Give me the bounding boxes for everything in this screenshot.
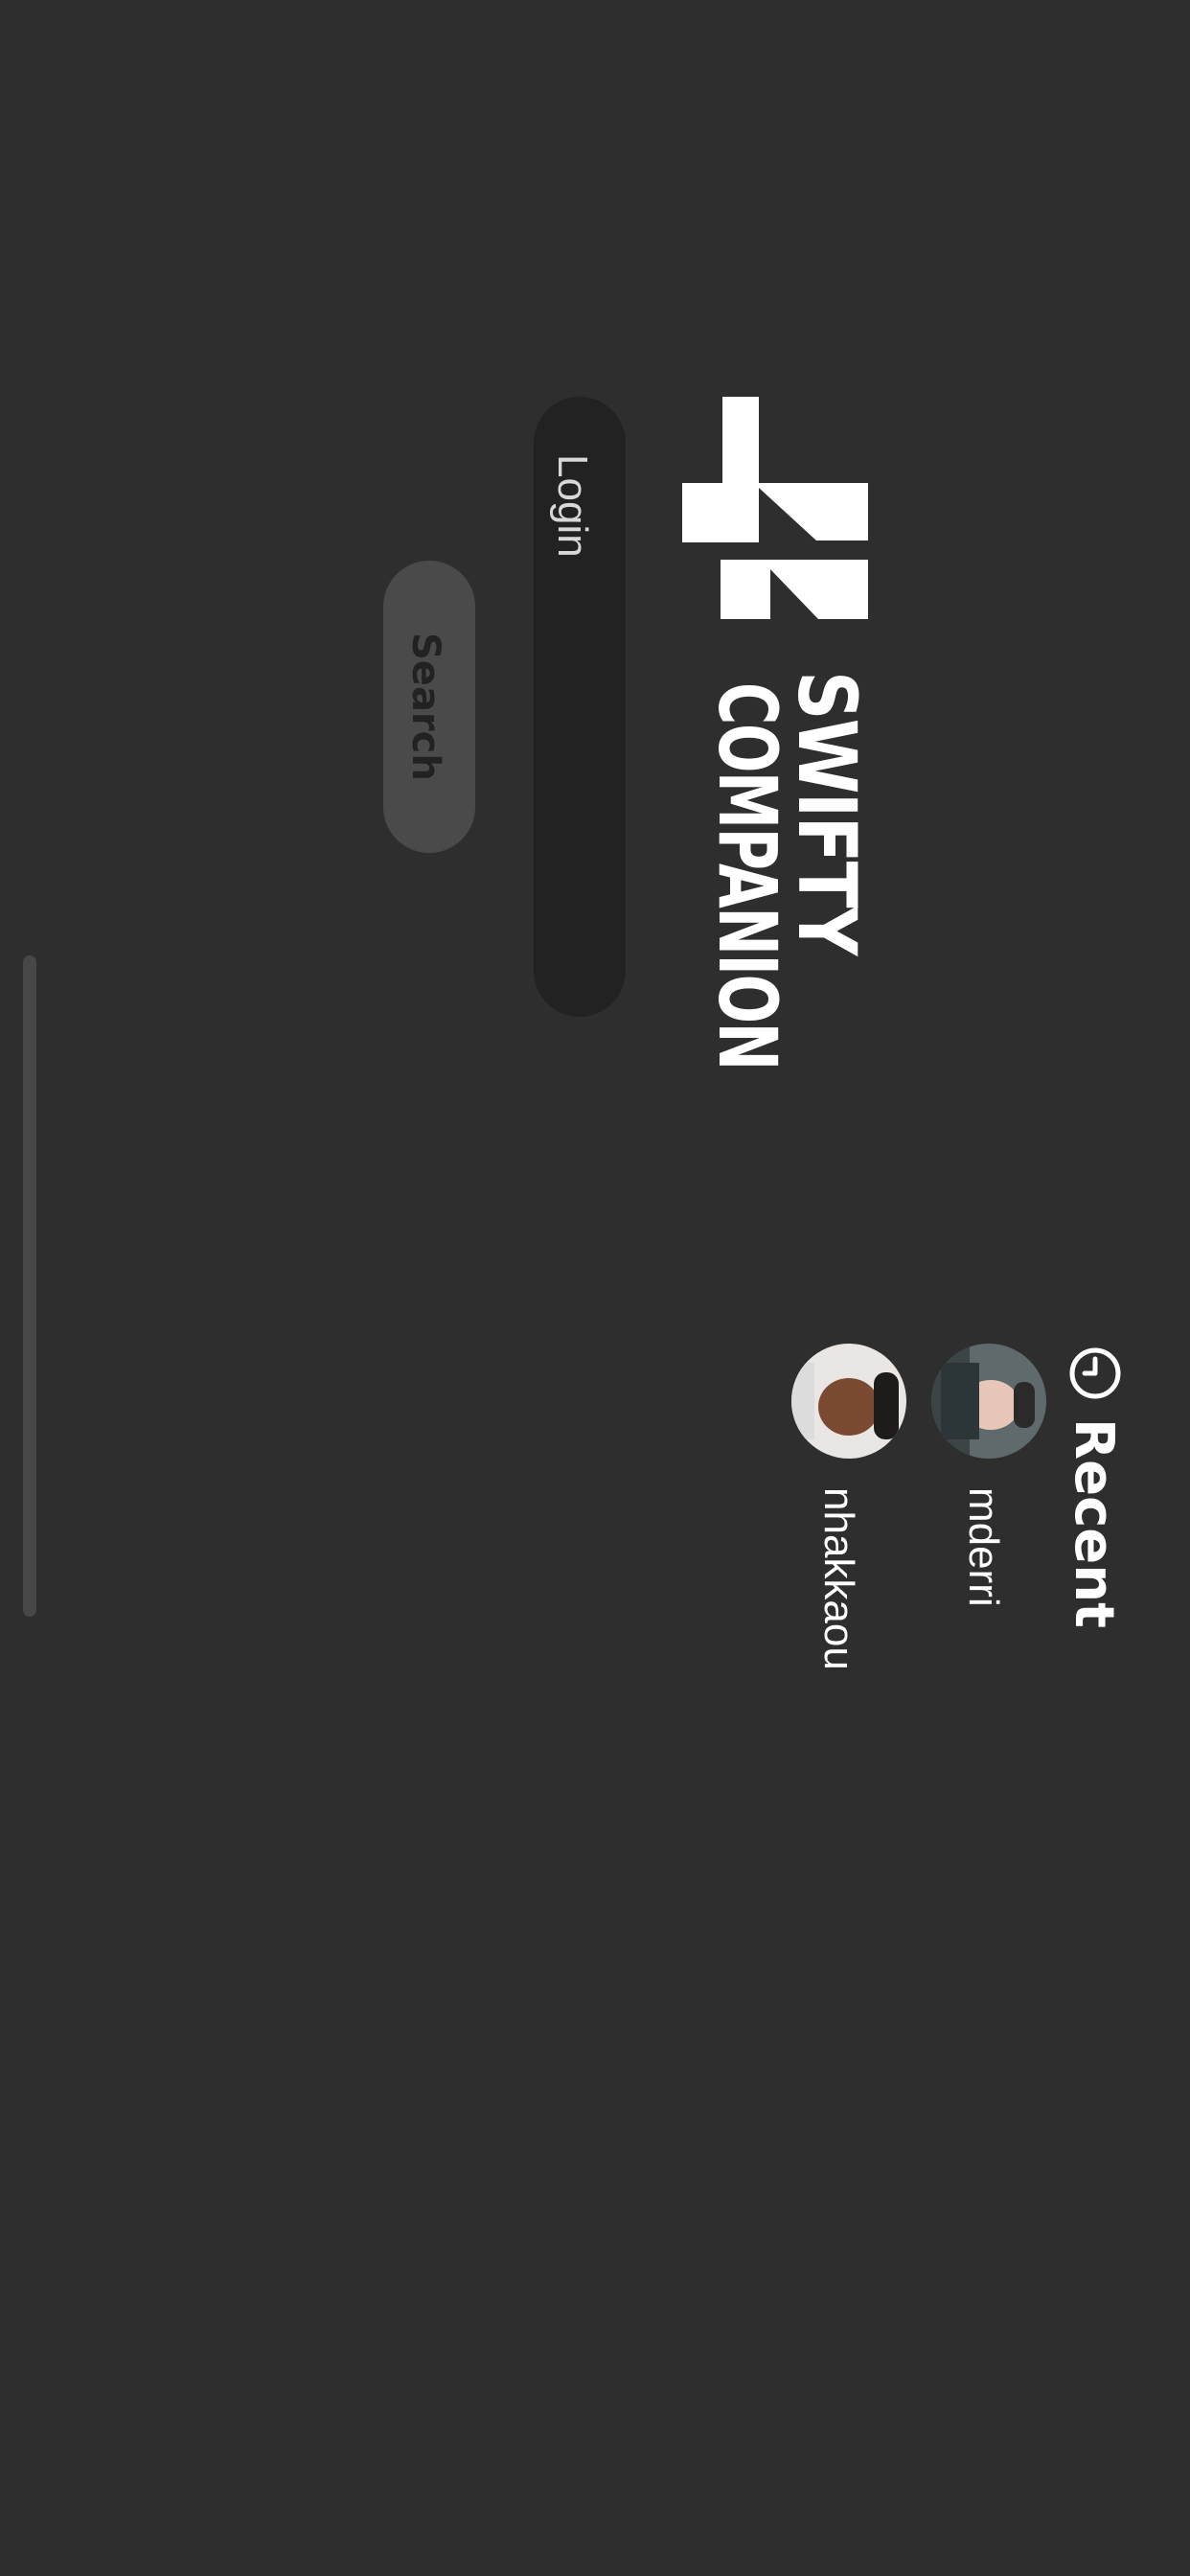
logo-companion-text: COMPANION: [700, 682, 794, 1070]
recent-avatar-nhakkaou[interactable]: [791, 1344, 906, 1459]
recent-title: Recent: [1063, 1418, 1125, 1628]
recent-login-nhakkaou[interactable]: nhakkaou: [814, 1487, 862, 1670]
clock-icon: [1069, 1347, 1121, 1399]
scrollbar[interactable]: [23, 955, 36, 1617]
logo-swifty-text: SWIFTY: [780, 671, 874, 954]
search-button-label: Search: [403, 632, 447, 781]
login-input-placeholder: Login: [549, 454, 596, 558]
recent-login-mderri[interactable]: mderri: [959, 1487, 1007, 1607]
recent-avatar-mderri[interactable]: [931, 1344, 1046, 1459]
